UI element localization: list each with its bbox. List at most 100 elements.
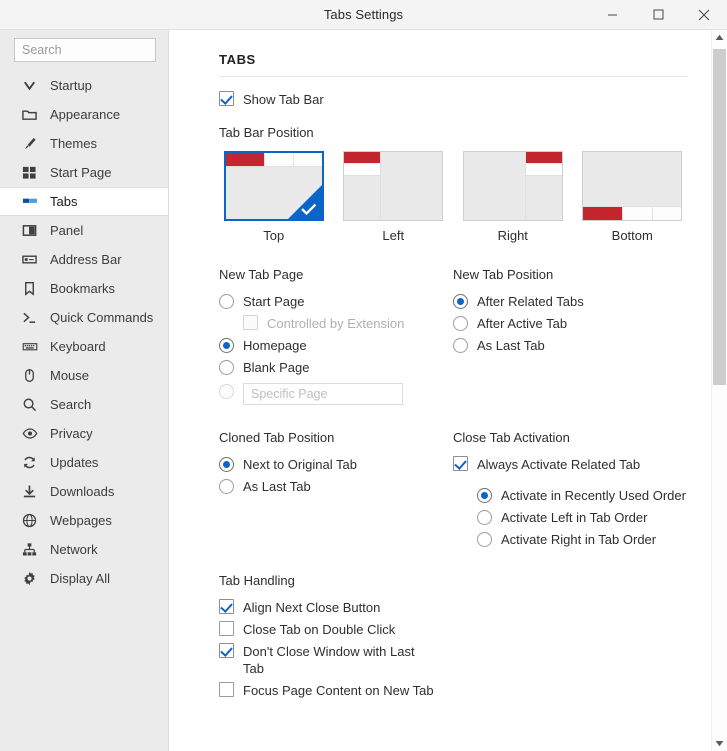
sidebar-item-panel[interactable]: Panel (0, 216, 168, 245)
new-tab-page-label: New Tab Page (219, 267, 304, 282)
sidebar-item-downloads[interactable]: Downloads (0, 477, 168, 506)
minimize-button[interactable] (589, 0, 635, 29)
dont-close-window-checkbox[interactable] (219, 643, 234, 658)
tab-strip-empty (525, 175, 562, 220)
sidebar-item-label: Network (50, 542, 98, 557)
tab-bar-thumb-bottom[interactable] (582, 151, 683, 221)
new-tab-page-option-blank-page[interactable]: Blank Page (219, 359, 451, 376)
inactive-tab-preview (264, 153, 293, 166)
new-tab-page-option-homepage[interactable]: Homepage (219, 337, 451, 354)
close-tab-double-click-checkbox[interactable] (219, 621, 234, 636)
sidebar-item-privacy[interactable]: Privacy (0, 419, 168, 448)
sidebar-item-label: Address Bar (50, 252, 122, 267)
new-tab-position-option-after-related-tabs[interactable]: After Related Tabs (453, 293, 687, 310)
sidebar-item-themes[interactable]: Themes (0, 129, 168, 158)
cloned-tab-position-label: Cloned Tab Position (219, 430, 335, 445)
start-page-radio[interactable] (219, 294, 234, 309)
title-bar: Tabs Settings (0, 0, 727, 30)
always-activate-related-tab-checkbox[interactable] (453, 456, 468, 471)
after-active-tab-radio[interactable] (453, 316, 468, 331)
show-tab-bar-row[interactable]: Show Tab Bar (219, 91, 687, 108)
maximize-icon (653, 9, 663, 20)
specific-page-input[interactable] (243, 383, 403, 405)
sidebar-item-startup[interactable]: Startup (0, 71, 168, 100)
tab-bar-thumb-right[interactable] (462, 151, 563, 221)
tab-handling-group: Tab Handling Align Next Close Button Clo… (219, 573, 687, 699)
as-last-tab-radio[interactable] (453, 338, 468, 353)
tab-handling-option-dont-close-window[interactable]: Don't Close Window with Last Tab (219, 643, 687, 677)
align-next-close-button-label: Align Next Close Button (243, 600, 381, 615)
folder-icon (22, 107, 39, 123)
sidebar-item-webpages[interactable]: Webpages (0, 506, 168, 535)
cloned-tab-option-next-to-original[interactable]: Next to Original Tab (219, 456, 451, 473)
tab-strip-preview (524, 152, 562, 220)
cloned-as-last-tab-radio[interactable] (219, 479, 234, 494)
sidebar-item-start-page[interactable]: Start Page (0, 158, 168, 187)
tab-handling-option-focus-page-content[interactable]: Focus Page Content on New Tab (219, 682, 687, 699)
new-tab-page-group: New Tab Page Start Page Controlled by Ex… (219, 267, 451, 410)
activate-left-radio[interactable] (477, 510, 492, 525)
scrollbar-track[interactable] (712, 45, 727, 736)
sidebar-item-quick-commands[interactable]: Quick Commands (0, 303, 168, 332)
tab-handling-option-align-next-close-button[interactable]: Align Next Close Button (219, 599, 687, 616)
scroll-down-arrow[interactable] (712, 736, 727, 751)
new-tab-page-option-controlled-by-extension: Controlled by Extension (243, 315, 451, 332)
homepage-radio[interactable] (219, 338, 234, 353)
new-tab-position-option-after-active-tab[interactable]: After Active Tab (453, 315, 687, 332)
content-scrollbar[interactable] (711, 30, 727, 751)
next-to-original-tab-radio[interactable] (219, 457, 234, 472)
tab-handling-option-close-on-double-click[interactable]: Close Tab on Double Click (219, 621, 687, 638)
sidebar-item-tabs[interactable]: Tabs (0, 187, 168, 216)
close-tab-option-recently-used[interactable]: Activate in Recently Used Order (477, 487, 687, 504)
sidebar-item-updates[interactable]: Updates (0, 448, 168, 477)
sidebar-item-label: Privacy (50, 426, 93, 441)
sidebar-item-bookmarks[interactable]: Bookmarks (0, 274, 168, 303)
tab-bar-position-option-bottom[interactable]: Bottom (578, 151, 688, 243)
sidebar-item-label: Search (50, 397, 92, 412)
show-tab-bar-checkbox[interactable] (219, 91, 234, 106)
new-tab-position-option-as-last-tab[interactable]: As Last Tab (453, 337, 687, 354)
tab-bar-thumb-left[interactable] (343, 151, 444, 221)
eye-icon (22, 426, 39, 442)
scrollbar-thumb[interactable] (713, 49, 726, 385)
terminal-icon (22, 310, 39, 326)
close-tab-option-right-in-order[interactable]: Activate Right in Tab Order (477, 531, 687, 548)
active-tab-preview (344, 152, 381, 163)
gear-icon (22, 571, 39, 587)
dont-close-window-label: Don't Close Window with Last Tab (243, 644, 415, 676)
sidebar-item-network[interactable]: Network (0, 535, 168, 564)
tab-bar-thumb-top[interactable] (223, 151, 324, 221)
tab-bar-position-option-right[interactable]: Right (458, 151, 568, 243)
maximize-button[interactable] (635, 0, 681, 29)
cloned-tab-option-as-last-tab[interactable]: As Last Tab (219, 478, 451, 495)
blank-page-radio[interactable] (219, 360, 234, 375)
sidebar-item-appearance[interactable]: Appearance (0, 100, 168, 129)
sidebar-item-display-all[interactable]: Display All (0, 564, 168, 593)
after-related-tabs-radio[interactable] (453, 294, 468, 309)
new-tab-page-option-start-page[interactable]: Start Page (219, 293, 451, 310)
close-button[interactable] (681, 0, 727, 29)
activate-right-label: Activate Right in Tab Order (501, 532, 657, 547)
sidebar-item-mouse[interactable]: Mouse (0, 361, 168, 390)
activate-recently-used-radio[interactable] (477, 488, 492, 503)
always-activate-related-tab-row[interactable]: Always Activate Related Tab (453, 456, 687, 473)
sidebar-item-address-bar[interactable]: Address Bar (0, 245, 168, 274)
new-tab-position-group: New Tab Position After Related Tabs Afte… (451, 267, 687, 410)
sidebar-item-keyboard[interactable]: Keyboard (0, 332, 168, 361)
focus-page-content-checkbox[interactable] (219, 682, 234, 697)
sidebar-item-label: Startup (50, 78, 92, 93)
globe-icon (22, 513, 39, 529)
align-next-close-button-checkbox[interactable] (219, 599, 234, 614)
tab-bar-position-option-top[interactable]: Top (219, 151, 329, 243)
activate-right-radio[interactable] (477, 532, 492, 547)
search-input[interactable] (14, 38, 156, 62)
scroll-up-arrow[interactable] (712, 30, 727, 45)
sidebar-item-search[interactable]: Search (0, 390, 168, 419)
minimize-icon (607, 14, 617, 16)
new-tab-page-option-specific-page[interactable] (219, 383, 451, 405)
as-last-tab-label: As Last Tab (477, 338, 545, 353)
tab-bar-position-option-left[interactable]: Left (339, 151, 449, 243)
specific-page-radio[interactable] (219, 384, 234, 399)
tab-bar-position-label-right: Right (497, 228, 528, 243)
close-tab-option-left-in-order[interactable]: Activate Left in Tab Order (477, 509, 687, 526)
